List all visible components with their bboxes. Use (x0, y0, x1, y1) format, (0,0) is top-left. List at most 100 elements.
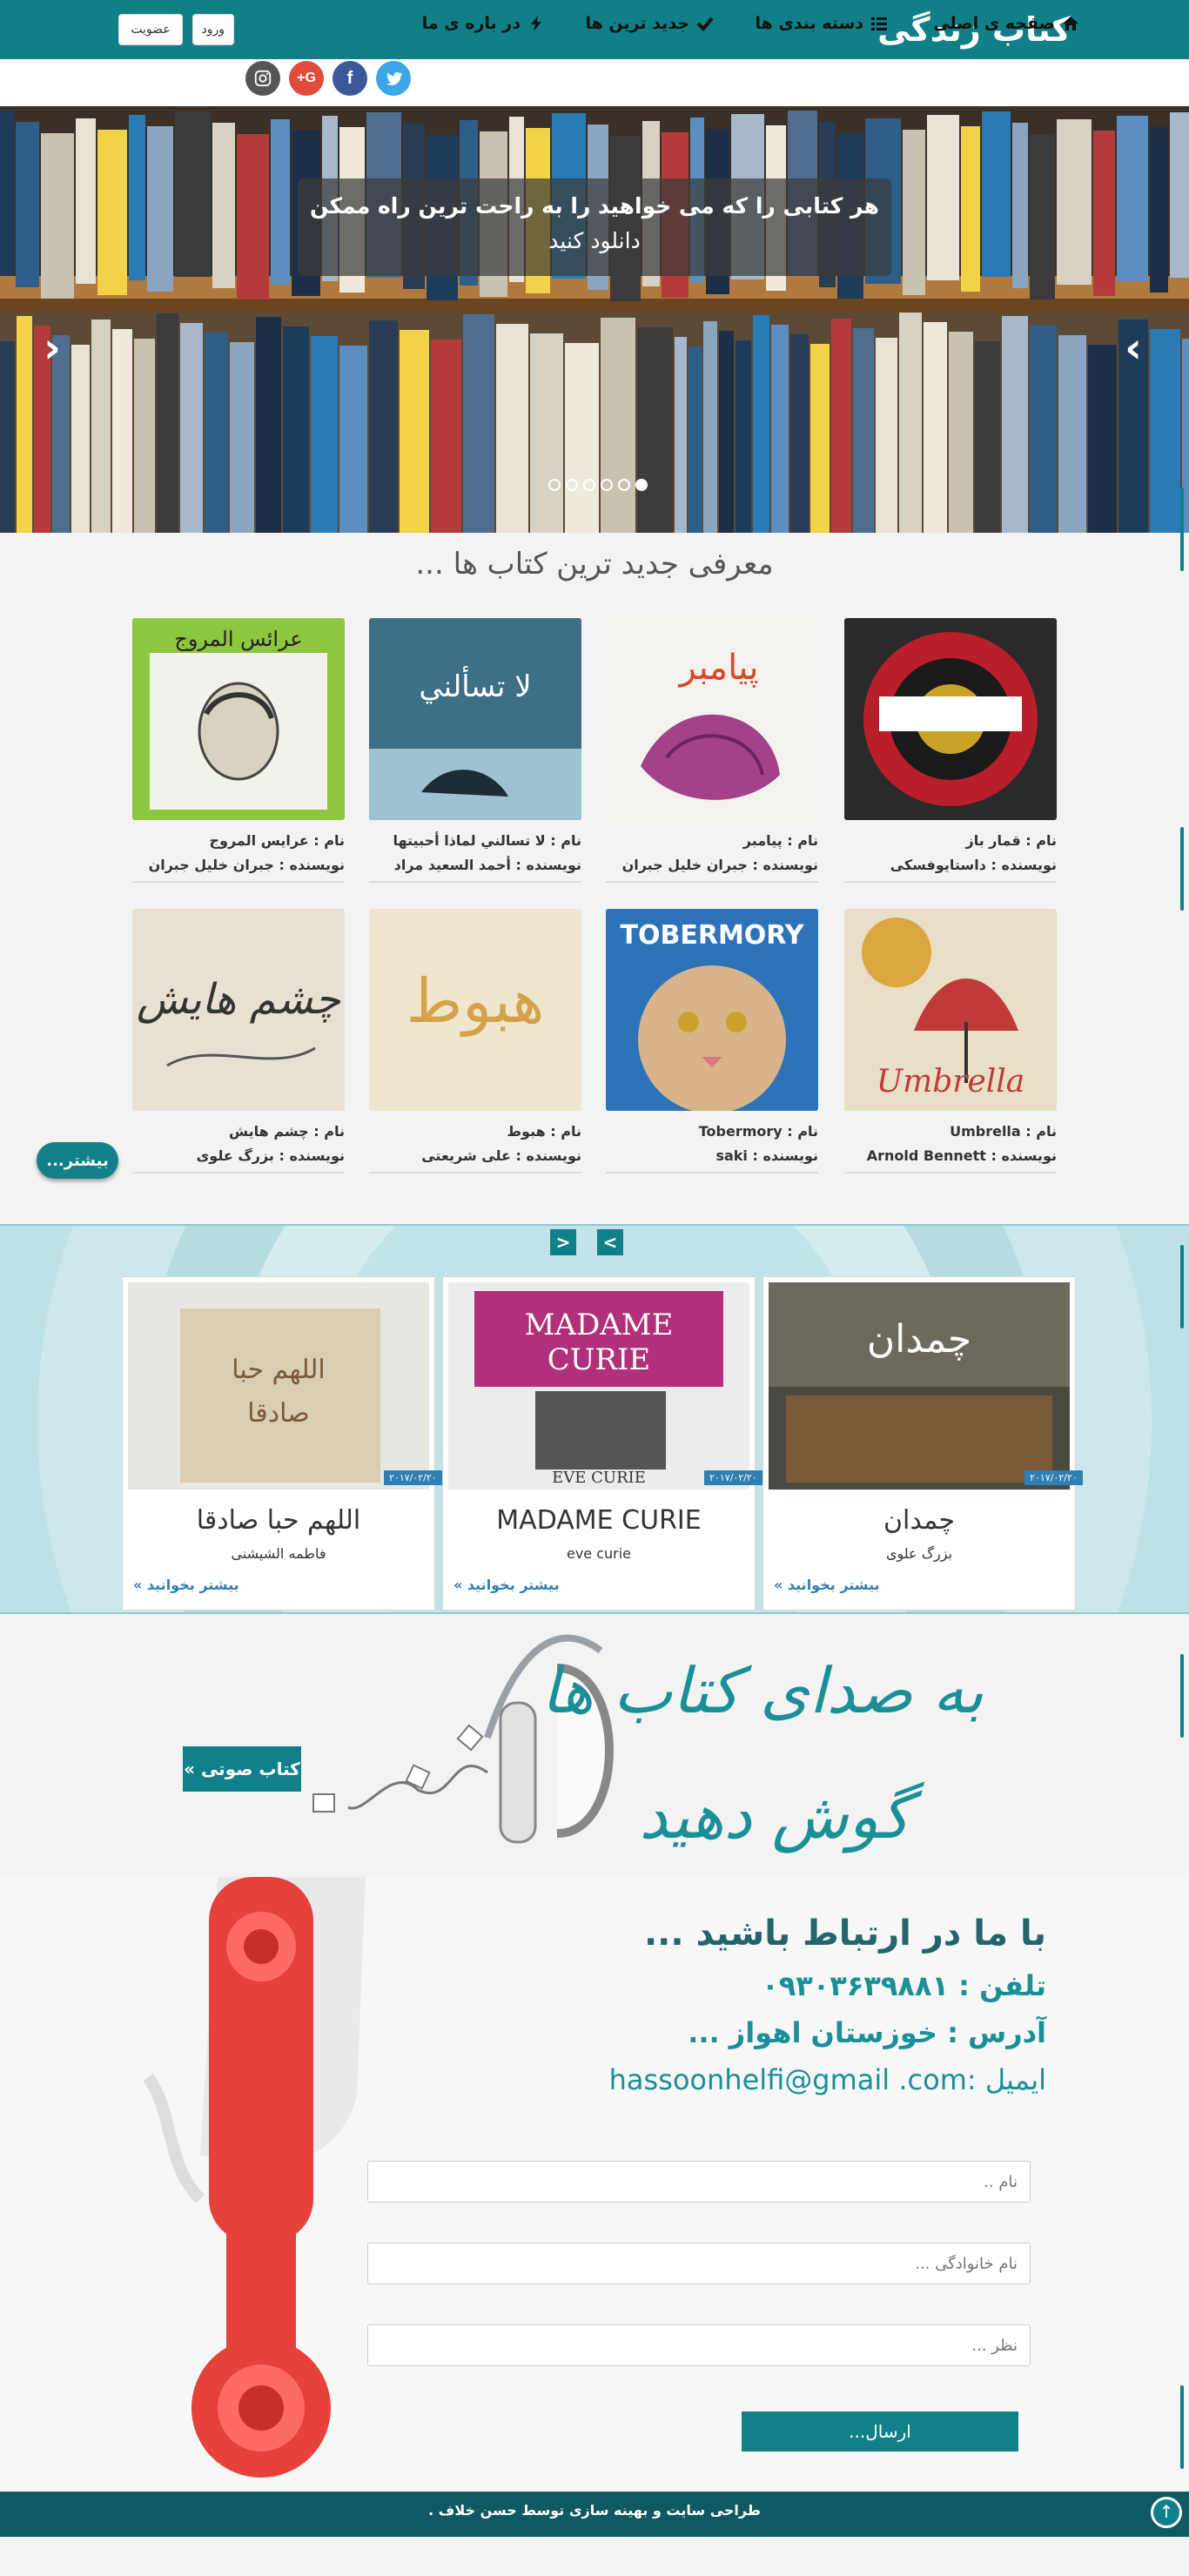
login-button[interactable]: ورود (192, 14, 234, 45)
book-card[interactable]: عرائس المروج نام : عرایس المروج نویسنده : … (132, 618, 345, 902)
scroll-marker (1180, 488, 1184, 571)
bolt-icon (531, 16, 541, 31)
hero-pagination[interactable] (548, 479, 648, 491)
hero-caption-line1: هر کتابی را که می خواهید را به راحت ترین… (310, 193, 879, 219)
hero-dot[interactable] (548, 479, 561, 491)
more-books-button[interactable]: بیشتر... (37, 1142, 118, 1179)
book-meta: نام : هبوط نویسنده : علی شریعتی (369, 1120, 581, 1174)
book-author: نویسنده : Arnold Bennett (866, 1147, 1057, 1164)
carousel-next-button[interactable]: > (597, 1229, 623, 1255)
book-cover-image[interactable]: چشم هایش (132, 909, 345, 1111)
hero-next-arrow[interactable]: › (1116, 322, 1151, 374)
carousel-card-title: MADAME CURIE (496, 1505, 702, 1536)
date-badge: ۲۰۱۷/۰۲/۲۰ (1024, 1470, 1083, 1485)
book-name: نام : Tobermory (698, 1123, 818, 1140)
book-meta: نام : قمار باز نویسنده : داستایوفسکی (844, 829, 1057, 883)
facebook-icon[interactable]: f (333, 61, 367, 96)
book-cover-image[interactable]: Umbrella (844, 909, 1057, 1111)
book-author: نویسنده : أحمد السعید مراد (393, 857, 581, 873)
send-button[interactable]: ارسال... (742, 2411, 1018, 2452)
hero-caption-line2: دانلود کنید (548, 228, 641, 253)
carousel-card-title: چمدان (883, 1505, 955, 1536)
book-card[interactable]: پیامبر نام : پیامبر نویسنده : جبران خلیل ج… (606, 618, 818, 902)
nav-item-label: دسته بندی ها (755, 14, 863, 33)
family-name-input[interactable] (367, 2243, 1031, 2284)
read-more-link[interactable]: بیشتر بخوانید » (763, 1577, 1075, 1593)
read-more-link[interactable]: بیشتر بخوانید » (123, 1577, 434, 1593)
scroll-marker (1180, 827, 1184, 911)
carousel-cover-image[interactable]: اللهم حبا صادقا (128, 1282, 429, 1490)
svg-text:Umbrella: Umbrella (877, 1064, 1025, 1100)
hero-dot[interactable] (566, 479, 578, 491)
book-author: نویسنده : داستایوفسکی (890, 857, 1057, 873)
hero-dot[interactable] (601, 479, 613, 491)
scroll-marker (1180, 2385, 1184, 2469)
svg-text:اللهم حبا: اللهم حبا (232, 1355, 325, 1385)
book-cover-image[interactable]: پیامبر (606, 618, 818, 820)
book-cover-image[interactable] (844, 618, 1057, 820)
footer-text: طراحی سایت و بهینه سازی توسط حسن خلاف . (428, 2502, 761, 2519)
svg-text:هبوط: هبوط (406, 965, 545, 1038)
nav-item-home[interactable]: صفحه ی اصلی (933, 9, 1079, 38)
audio-slogan-line1: به صدای کتاب ها (541, 1654, 984, 1727)
book-card[interactable]: چشم هایش نام : چشم هایش نویسنده : بزرگ علو… (132, 909, 345, 1193)
carousel-card[interactable]: چمدان ۲۰۱۷/۰۲/۲۰ چمدان بزرگ علوی بیشتر بخوان… (762, 1276, 1083, 1611)
book-name: نام : Umbrella (950, 1123, 1057, 1140)
comment-input[interactable] (367, 2324, 1031, 2366)
read-more-link[interactable]: بیشتر بخوانید » (443, 1577, 755, 1593)
hero-dot[interactable] (618, 479, 630, 491)
book-card[interactable]: نام : قمار باز نویسنده : داستایوفسکی (844, 618, 1057, 902)
contact-phone: تلفن : ۰۹۳۰۳۶۳۹۸۸۱ (762, 1969, 1046, 2002)
audio-slogan-line2: گوش دهید (639, 1779, 910, 1853)
book-name: نام : چشم هایش (229, 1123, 345, 1140)
name-input[interactable] (367, 2161, 1031, 2203)
book-cover-image[interactable]: TOBERMORY (606, 909, 818, 1111)
google-plus-icon[interactable]: G+ (289, 61, 324, 96)
carousel-card[interactable]: اللهم حبا صادقا ۲۰۱۷/۰۲/۲۰ اللهم حبا صادقا ف… (122, 1276, 442, 1611)
nav-item-categories[interactable]: دسته بندی ها (755, 9, 888, 38)
svg-text:لا تسألني: لا تسألني (419, 666, 531, 704)
hero-prev-arrow[interactable]: ‹ (35, 322, 70, 374)
book-cover-image[interactable]: عرائس المروج (132, 618, 345, 820)
new-books-title: معرفی جدید ترین کتاب ها ... (415, 547, 774, 582)
book-meta: نام : Tobermory نویسنده : saki (606, 1120, 818, 1174)
svg-text:TOBERMORY: TOBERMORY (621, 920, 805, 951)
book-card[interactable]: Umbrella نام : Umbrella نویسنده : Arnold B… (844, 909, 1057, 1193)
book-meta: نام : چشم هایش نویسنده : بزرگ علوی (132, 1120, 345, 1174)
audio-book-button[interactable]: کتاب صوتی » (183, 1746, 301, 1792)
hero-slider[interactable] (0, 106, 1189, 533)
book-author: نویسنده : saki (715, 1147, 818, 1164)
instagram-icon[interactable] (245, 61, 280, 96)
carousel-cover-image[interactable]: MADAME CURIE EVE CURIE (448, 1282, 749, 1490)
book-card[interactable]: لا تسألني نام : لا تسالني لماذا أحبيتها نو… (369, 618, 581, 902)
hero-dot[interactable] (635, 479, 648, 491)
book-meta: نام : Umbrella نویسنده : Arnold Bennett (844, 1120, 1057, 1174)
nav-item-newest[interactable]: جدید ترین ها (585, 9, 714, 38)
book-card[interactable]: هبوط نام : هبوط نویسنده : علی شریعتی (369, 909, 581, 1193)
book-cover-image[interactable]: هبوط (369, 909, 581, 1111)
carousel-prev-button[interactable]: < (550, 1229, 576, 1255)
book-meta: نام : عرایس المروج نویسنده : جبران خلیل ج… (132, 829, 345, 883)
list-icon (871, 17, 887, 30)
svg-text:صادقا: صادقا (247, 1398, 309, 1429)
svg-text:چمدان: چمدان (867, 1317, 971, 1362)
scroll-marker (1180, 1654, 1184, 1738)
carousel-card[interactable]: MADAME CURIE EVE CURIE ۲۰۱۷/۰۲/۲۰ MADAME CUR… (442, 1276, 762, 1611)
carousel-cover-image[interactable]: چمدان (769, 1282, 1070, 1490)
book-meta: نام : لا تسالني لماذا أحبيتها نویسنده : أ… (369, 829, 581, 883)
register-button[interactable]: عضویت (118, 14, 183, 45)
svg-text:چشم هایش: چشم هایش (137, 975, 341, 1024)
svg-text:پیامبر: پیامبر (678, 648, 759, 688)
hero-caption: هر کتابی را که می خواهید را به راحت ترین… (298, 178, 891, 276)
hero-dot[interactable] (583, 479, 595, 491)
book-author: نویسنده : جبران خلیل جبران (621, 857, 818, 873)
book-name: نام : پیامبر (742, 832, 818, 849)
nav-item-about[interactable]: در باره ی ما (422, 9, 545, 38)
twitter-icon[interactable] (376, 61, 411, 96)
book-meta: نام : پیامبر نویسنده : جبران خلیل جبران (606, 829, 818, 883)
book-cover-image[interactable]: لا تسألني (369, 618, 581, 820)
back-to-top-button[interactable]: ↑ (1151, 2497, 1182, 2528)
contact-email[interactable]: ایمیل :hassoonhelfi@gmail .com (609, 2063, 1046, 2096)
book-card[interactable]: TOBERMORY نام : Tobermory نویسنده : saki (606, 909, 818, 1193)
contact-address: آدرس : خوزستان اهواز ... (688, 2016, 1046, 2049)
